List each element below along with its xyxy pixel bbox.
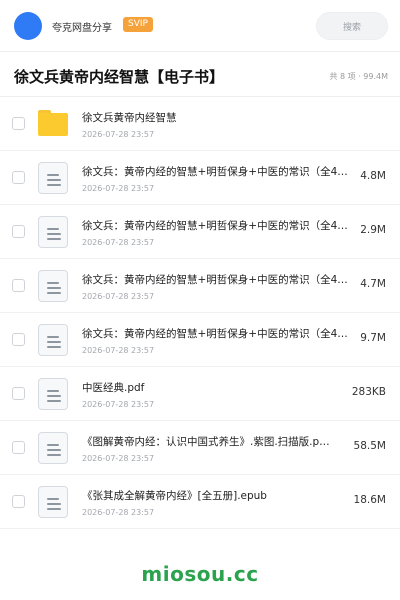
page-title: 徐文兵黄帝内经智慧【电子书】 xyxy=(14,68,225,86)
file-size: 9.7M xyxy=(360,332,386,344)
document-icon xyxy=(38,216,68,248)
file-date: 2026-07-28 23:57 xyxy=(82,130,155,139)
file-size: 2.9M xyxy=(360,224,386,236)
top-bar: 夸克网盘分享 SVIP 搜索 xyxy=(0,0,400,52)
row-checkbox[interactable] xyxy=(12,495,25,508)
file-row[interactable]: 徐文兵：黄帝内经的智慧+明哲保身+中医的常识（全4… 2026-07-28 23:… xyxy=(0,151,400,205)
document-icon xyxy=(38,378,68,410)
file-name: 徐文兵：黄帝内经的智慧+明哲保身+中医的常识（全4… xyxy=(82,328,348,340)
file-icon-container xyxy=(38,216,68,248)
file-row[interactable]: 《图解黄帝内经：认识中国式养生》.紫图.扫描版.p… 2026-07-28 23:… xyxy=(0,421,400,475)
file-icon-container xyxy=(38,270,68,302)
file-size: 4.8M xyxy=(360,170,386,182)
file-icon-container xyxy=(38,432,68,464)
file-name: 徐文兵黄帝内经智慧 xyxy=(82,112,177,124)
file-icon-container xyxy=(38,162,68,194)
row-checkbox[interactable] xyxy=(12,387,25,400)
file-size: 4.7M xyxy=(360,278,386,290)
document-icon xyxy=(38,162,68,194)
file-name: 徐文兵：黄帝内经的智慧+明哲保身+中医的常识（全4… xyxy=(82,220,348,232)
watermark-text: miosou.cc xyxy=(141,562,259,586)
file-list: 徐文兵黄帝内经智慧 2026-07-28 23:57 徐文兵：黄帝内经的智慧+明哲保… xyxy=(0,96,400,529)
document-icon xyxy=(38,486,68,518)
file-size: 58.5M xyxy=(353,440,386,452)
share-name: 夸克网盘分享 xyxy=(52,23,112,34)
document-icon xyxy=(38,324,68,356)
file-date: 2026-07-28 23:57 xyxy=(82,508,155,517)
search-button[interactable]: 搜索 xyxy=(316,12,388,40)
document-icon xyxy=(38,432,68,464)
row-checkbox[interactable] xyxy=(12,225,25,238)
file-date: 2026-07-28 23:57 xyxy=(82,400,155,409)
folder-summary: 共 8 项 · 99.4M xyxy=(329,72,388,81)
file-date: 2026-07-28 23:57 xyxy=(82,346,155,355)
file-name: 徐文兵：黄帝内经的智慧+明哲保身+中医的常识（全4… xyxy=(82,166,348,178)
file-row[interactable]: 徐文兵：黄帝内经的智慧+明哲保身+中医的常识（全4… 2026-07-28 23:… xyxy=(0,259,400,313)
file-row[interactable]: 徐文兵：黄帝内经的智慧+明哲保身+中医的常识（全4… 2026-07-28 23:… xyxy=(0,205,400,259)
row-checkbox[interactable] xyxy=(12,117,25,130)
folder-icon xyxy=(38,110,68,136)
file-date: 2026-07-28 23:57 xyxy=(82,184,155,193)
file-size: 18.6M xyxy=(353,494,386,506)
row-checkbox[interactable] xyxy=(12,441,25,454)
file-row[interactable]: 徐文兵：黄帝内经的智慧+明哲保身+中医的常识（全4… 2026-07-28 23:… xyxy=(0,313,400,367)
row-checkbox[interactable] xyxy=(12,171,25,184)
row-checkbox[interactable] xyxy=(12,279,25,292)
file-date: 2026-07-28 23:57 xyxy=(82,454,155,463)
avatar[interactable] xyxy=(14,12,42,40)
file-name: 《张其成全解黄帝内经》[全五册].epub xyxy=(82,490,267,502)
file-icon-container xyxy=(38,108,68,138)
file-icon-container xyxy=(38,486,68,518)
file-name: 《图解黄帝内经：认识中国式养生》.紫图.扫描版.p… xyxy=(82,436,330,448)
file-row[interactable]: 徐文兵黄帝内经智慧 2026-07-28 23:57 xyxy=(0,97,400,151)
file-icon-container xyxy=(38,324,68,356)
file-name: 徐文兵：黄帝内经的智慧+明哲保身+中医的常识（全4… xyxy=(82,274,348,286)
file-size: 283KB xyxy=(351,386,386,398)
file-row[interactable]: 《张其成全解黄帝内经》[全五册].epub 2026-07-28 23:57 18.… xyxy=(0,475,400,529)
svip-badge: SVIP xyxy=(123,17,153,32)
row-checkbox[interactable] xyxy=(12,333,25,346)
file-name: 中医经典.pdf xyxy=(82,382,145,394)
document-icon xyxy=(38,270,68,302)
file-date: 2026-07-28 23:57 xyxy=(82,238,155,247)
file-date: 2026-07-28 23:57 xyxy=(82,292,155,301)
file-icon-container xyxy=(38,378,68,410)
file-row[interactable]: 中医经典.pdf 2026-07-28 23:57 283KB xyxy=(0,367,400,421)
